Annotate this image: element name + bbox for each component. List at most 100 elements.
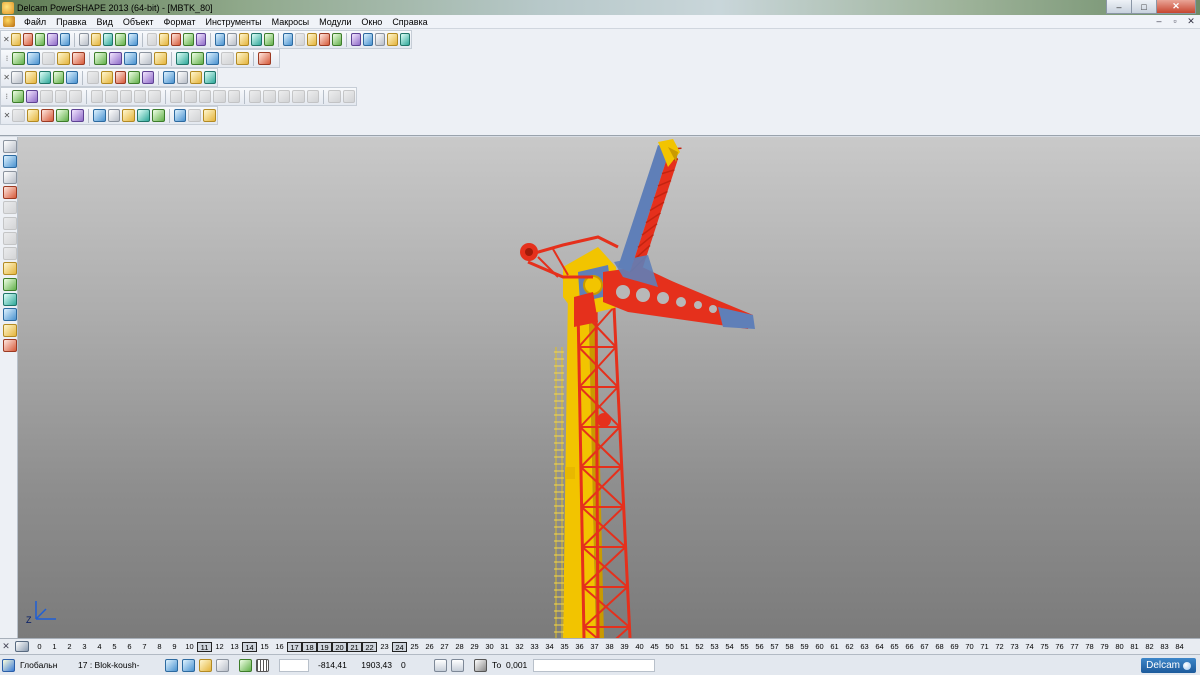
standard-tool-17-icon[interactable]	[226, 33, 238, 46]
layer-16[interactable]: 16	[272, 642, 287, 652]
tool-icon[interactable]	[3, 338, 17, 352]
objects-tool-9-icon[interactable]	[128, 71, 141, 84]
layer-75[interactable]: 75	[1037, 642, 1052, 652]
standard-tool-28-icon[interactable]	[375, 33, 386, 46]
assembly-icon[interactable]	[3, 308, 17, 322]
standard-tool-14-icon[interactable]	[183, 33, 194, 46]
standard-tool-27-icon[interactable]	[362, 33, 374, 46]
layer-45[interactable]: 45	[647, 642, 662, 652]
standard-tool-9-icon[interactable]	[115, 33, 126, 46]
shading-tool-10-icon[interactable]	[148, 90, 161, 103]
layer-69[interactable]: 69	[947, 642, 962, 652]
layer-9[interactable]: 9	[167, 642, 182, 652]
layer-25[interactable]: 25	[407, 642, 422, 652]
shading-tool-6-icon[interactable]	[90, 90, 104, 103]
standard-tool-30-icon[interactable]	[399, 33, 410, 46]
shading-tool-8-icon[interactable]	[119, 90, 133, 103]
view-tool-12-icon[interactable]	[191, 52, 204, 65]
solid-icon[interactable]	[3, 293, 17, 306]
standard-tool-25-icon[interactable]	[331, 33, 342, 46]
layer-24[interactable]: 24	[392, 641, 407, 652]
star-icon[interactable]	[3, 262, 17, 276]
layer-52[interactable]: 52	[692, 642, 707, 652]
hide-icon[interactable]	[216, 658, 229, 672]
layer-7[interactable]: 7	[137, 642, 152, 652]
shading-tool-2-icon[interactable]	[26, 90, 39, 103]
layer-33[interactable]: 33	[527, 642, 542, 652]
standard-tool-20-icon[interactable]	[263, 33, 274, 46]
shading-tool-19-icon[interactable]	[292, 90, 305, 103]
objects-tool-6-icon[interactable]	[87, 71, 99, 84]
standard-tool-24-icon[interactable]	[319, 33, 330, 46]
view-toolbar-grip-icon[interactable]: ⁝	[3, 52, 11, 66]
surface-icon[interactable]	[3, 277, 17, 291]
snap-icon[interactable]	[239, 658, 252, 672]
layer-58[interactable]: 58	[782, 642, 797, 652]
close-button[interactable]: ✕	[1156, 0, 1196, 14]
shaded-edges-icon[interactable]	[199, 658, 212, 672]
edit2-icon[interactable]	[3, 231, 17, 245]
layer-4[interactable]: 4	[92, 642, 107, 652]
layer-28[interactable]: 28	[452, 642, 467, 652]
layer-27[interactable]: 27	[437, 642, 452, 652]
layer-56[interactable]: 56	[752, 642, 767, 652]
selection-tool-10-icon[interactable]	[151, 109, 165, 122]
edit-icon[interactable]	[3, 216, 17, 230]
layer-65[interactable]: 65	[887, 642, 902, 652]
layer-31[interactable]: 31	[497, 642, 512, 652]
layers-icon[interactable]	[3, 155, 17, 169]
shading-tool-18-icon[interactable]	[277, 90, 291, 103]
minimize-button[interactable]: –	[1106, 0, 1132, 14]
objects-tool-3-icon[interactable]	[38, 71, 51, 84]
layer-57[interactable]: 57	[767, 642, 782, 652]
menu-macros[interactable]: Макросы	[267, 17, 315, 27]
layer-2[interactable]: 2	[62, 642, 77, 652]
tolerance-value[interactable]: 0,001	[503, 660, 533, 670]
objects-tool-2-icon[interactable]	[24, 71, 37, 84]
layer-50[interactable]: 50	[662, 642, 677, 652]
selection-tool-7-icon[interactable]	[107, 109, 121, 122]
layer-60[interactable]: 60	[812, 642, 827, 652]
shading-tool-22-icon[interactable]	[342, 90, 356, 103]
layer-17[interactable]: 17	[287, 641, 302, 652]
standard-tool-6-icon[interactable]	[78, 33, 89, 46]
selection-tool-9-icon[interactable]	[137, 109, 150, 122]
menu-view[interactable]: Вид	[92, 17, 118, 27]
layer-80[interactable]: 80	[1112, 642, 1127, 652]
objects-tool-11-icon[interactable]	[162, 71, 175, 84]
view-tool-3-icon[interactable]	[42, 52, 55, 65]
layer-32[interactable]: 32	[512, 642, 527, 652]
calculator-icon[interactable]	[434, 658, 447, 672]
selection-tool-11-icon[interactable]	[173, 109, 187, 122]
layer-71[interactable]: 71	[977, 642, 992, 652]
view-tool-7-icon[interactable]	[109, 52, 122, 65]
layer-64[interactable]: 64	[872, 642, 887, 652]
doc-minimize-button[interactable]: –	[1154, 16, 1164, 26]
menu-file[interactable]: Файл	[19, 17, 51, 27]
shading-tool-16-icon[interactable]	[249, 90, 262, 103]
layer-62[interactable]: 62	[842, 642, 857, 652]
view-tool-9-icon[interactable]	[139, 52, 152, 65]
menu-tools[interactable]: Инструменты	[200, 17, 266, 27]
layer-72[interactable]: 72	[992, 642, 1007, 652]
layer-37[interactable]: 37	[587, 642, 602, 652]
objects-tool-13-icon[interactable]	[190, 71, 203, 84]
standard-tool-15-icon[interactable]	[195, 33, 206, 46]
standard-tool-26-icon[interactable]	[350, 33, 361, 46]
shading-tool-4-icon[interactable]	[54, 90, 68, 103]
workplane-icon[interactable]	[2, 658, 15, 672]
menu-help[interactable]: Справка	[387, 17, 432, 27]
view-tool-15-icon[interactable]	[236, 52, 249, 65]
standard-tool-16-icon[interactable]	[214, 33, 225, 46]
layer-51[interactable]: 51	[677, 642, 692, 652]
selection-tool-1-icon[interactable]	[11, 109, 25, 122]
menu-window[interactable]: Окно	[356, 17, 387, 27]
layer-78[interactable]: 78	[1082, 642, 1097, 652]
standard-toolbar-grip-icon[interactable]: ✕	[3, 33, 10, 47]
layer-bar-close-icon[interactable]: ✕	[0, 641, 12, 652]
layer-67[interactable]: 67	[917, 642, 932, 652]
shading-tool-7-icon[interactable]	[105, 90, 118, 103]
layer-84[interactable]: 84	[1172, 642, 1187, 652]
objects-tool-12-icon[interactable]	[176, 71, 189, 84]
objects-tool-10-icon[interactable]	[142, 71, 154, 84]
